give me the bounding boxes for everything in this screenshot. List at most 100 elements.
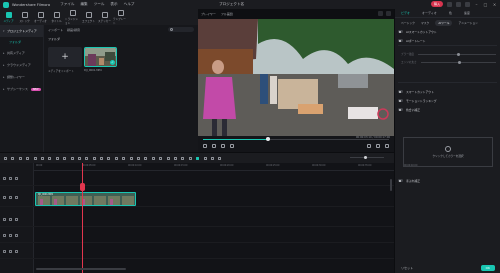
menu-help[interactable]: ヘルプ [124, 2, 135, 7]
ai-cutout-toggle[interactable] [398, 30, 403, 33]
eye-icon[interactable] [15, 196, 18, 199]
lock-icon[interactable] [9, 196, 12, 199]
reset-button[interactable]: リセット [401, 266, 413, 270]
ok-button[interactable]: OK [480, 265, 495, 271]
mute-icon[interactable] [15, 218, 18, 221]
speed-icon[interactable] [63, 156, 67, 160]
transform-icon[interactable] [85, 156, 89, 160]
sidebar-item-subsequence[interactable]: ▸ サブシーケンス NEW [0, 83, 43, 95]
lock-icon[interactable] [9, 234, 12, 237]
sidebar-item-cloud-media[interactable]: ▸ クラウドメディア [0, 59, 43, 71]
close-icon[interactable]: × [492, 2, 497, 7]
scrubber-handle[interactable] [266, 137, 271, 141]
volume-icon[interactable] [367, 144, 371, 148]
redo-icon[interactable] [26, 156, 30, 160]
text-icon[interactable] [55, 156, 59, 160]
menu-tools[interactable]: ツール [94, 2, 105, 7]
mute-icon[interactable] [15, 250, 18, 253]
tab-audio[interactable]: オーディオ [422, 11, 437, 15]
marker-icon[interactable] [173, 156, 177, 160]
subtab-ai-tools[interactable]: AIツール [435, 19, 453, 26]
tool-stock[interactable]: ストック [17, 9, 32, 25]
ripple-icon[interactable] [188, 156, 192, 160]
snap-icon[interactable] [181, 156, 185, 160]
split-icon[interactable] [40, 156, 44, 160]
sidebar-item-shared-media[interactable]: ▸ 共有メディア [0, 47, 43, 59]
tab-player[interactable]: プレイヤー [201, 12, 216, 16]
fullscreen-icon[interactable] [376, 144, 380, 148]
color-icon[interactable] [70, 156, 74, 160]
edge-slider[interactable] [420, 60, 496, 64]
subtab-basic[interactable]: ベーシック [401, 21, 415, 25]
zoom-out-icon[interactable] [218, 156, 222, 160]
tool-sticker[interactable]: ステッカー [97, 9, 112, 25]
menu-file[interactable]: ファイル [60, 2, 74, 7]
blur-slider[interactable] [417, 52, 496, 56]
scene-icon[interactable] [151, 156, 155, 160]
subtab-mask[interactable]: マスク [421, 21, 429, 25]
time-ruler[interactable]: 00:00 00:00:05:00 00:00:10:00 00:00:15:00 00… [34, 163, 417, 171]
lock-icon[interactable] [9, 177, 12, 180]
more-icon[interactable] [385, 144, 389, 148]
mask-icon[interactable] [100, 156, 104, 160]
smart-cutout-toggle[interactable] [398, 90, 403, 93]
video-frame[interactable] [198, 19, 394, 136]
green-screen-icon[interactable] [129, 156, 133, 160]
delete-icon[interactable] [33, 156, 37, 160]
motion-icon[interactable] [159, 156, 163, 160]
tab-speed[interactable]: 速度 [464, 11, 470, 15]
prev-frame-icon[interactable] [203, 144, 207, 148]
audio-icon[interactable] [77, 156, 81, 160]
cloud-icon[interactable] [456, 1, 461, 7]
ai-portrait-toggle[interactable] [398, 39, 403, 42]
sidebar-item-project-media[interactable]: ▾ プロジェクトメディア [0, 25, 43, 37]
ai-icon[interactable] [107, 156, 111, 160]
color-match-toggle[interactable] [398, 108, 403, 111]
chapter-icon[interactable] [166, 156, 170, 160]
stabilize-toggle[interactable] [398, 179, 403, 182]
tool-audio[interactable]: オーディオ [33, 9, 48, 25]
snapshot-icon[interactable] [378, 11, 383, 16]
buy-button[interactable]: 購入 [430, 1, 443, 7]
color-pick-box[interactable]: クリックしてカラーを選択 [403, 137, 493, 167]
sidebar-item-folder[interactable]: フォルダ [0, 37, 43, 47]
search-input[interactable] [168, 27, 194, 32]
next-frame-icon[interactable] [221, 144, 225, 148]
tool-transition[interactable]: トランジション [65, 9, 80, 25]
vertical-scrollbar[interactable] [390, 179, 392, 191]
freeze-icon[interactable] [92, 156, 96, 160]
keyframe-icon[interactable] [114, 156, 118, 160]
export-frame-icon[interactable] [137, 156, 141, 160]
lock-icon[interactable] [9, 250, 12, 253]
tool-template[interactable]: テンプレート [113, 9, 128, 25]
import-menu[interactable]: インポート [48, 28, 63, 32]
sidebar-item-adjustment-layer[interactable]: ▸ 調整レイヤー [0, 71, 43, 83]
import-media-tile[interactable]: + [48, 47, 82, 67]
mixer-icon[interactable] [210, 156, 214, 160]
tool-title[interactable]: タイトル [49, 9, 64, 25]
timeline-video-clip[interactable]: DJI_0001.MP4 [35, 192, 136, 206]
tab-video[interactable]: ビデオ [401, 11, 410, 15]
render-icon[interactable] [196, 156, 200, 160]
settings-icon[interactable] [386, 11, 391, 16]
tool-effect[interactable]: エフェクト [81, 9, 96, 25]
stabilize-icon[interactable] [122, 156, 126, 160]
minimize-icon[interactable]: – [474, 2, 479, 7]
media-clip-thumbnail[interactable]: ✓ [84, 47, 117, 67]
motion-tracking-toggle[interactable] [398, 99, 403, 102]
zoom-slider[interactable] [350, 156, 384, 159]
record-menu[interactable]: 録画/録音 [67, 28, 80, 32]
horizontal-scrollbar[interactable] [36, 268, 126, 270]
menu-view[interactable]: 表示 [110, 2, 117, 7]
playhead-handle[interactable] [80, 183, 85, 191]
tab-color[interactable]: 色 [449, 11, 452, 15]
eye-icon[interactable] [15, 177, 18, 180]
play-icon[interactable] [212, 144, 216, 148]
menu-edit[interactable]: 編集 [80, 2, 87, 7]
stop-icon[interactable] [230, 144, 234, 148]
lock-icon[interactable] [9, 218, 12, 221]
undo-icon[interactable] [18, 156, 22, 160]
mute-icon[interactable] [15, 234, 18, 237]
subtab-animation[interactable]: アニメーション [458, 21, 477, 25]
gift-icon[interactable] [447, 1, 452, 7]
